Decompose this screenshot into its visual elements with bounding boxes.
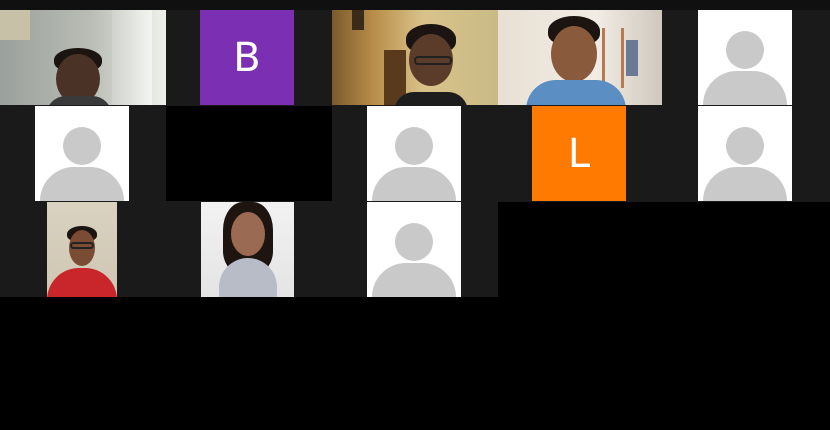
avatar-head [726,127,764,165]
participant-tile-5[interactable] [664,10,830,105]
avatar-shoulders [372,167,456,201]
avatar-head [395,127,433,165]
initial-avatar-l: L [532,106,626,201]
avatar-shoulders [40,167,124,201]
participant-tile-1[interactable] [0,10,166,105]
participant-video-feed [201,202,294,297]
participant-tile-2[interactable]: B [166,10,332,105]
default-avatar-icon [367,106,461,201]
initial-letter: B [233,34,261,81]
glasses [414,56,452,65]
participant-tile-7[interactable] [166,106,332,201]
participant-body [46,96,112,105]
avatar-head [395,223,433,261]
participant-tile-10[interactable] [664,106,830,201]
avatar-shoulders [372,263,456,297]
participant-video-feed [47,202,117,297]
participant-video-feed [498,10,662,105]
hanging-cloth [626,40,638,76]
participant-tile-4[interactable] [498,10,664,105]
avatar-shoulders [703,167,787,201]
participant-tile-11[interactable] [0,202,166,297]
avatar-shoulders [703,71,787,105]
wall-frame [352,10,364,30]
initial-avatar-b: B [200,10,294,105]
participant-tile-12[interactable] [166,202,332,297]
participant-tile-8[interactable] [332,106,498,201]
ladder [602,28,624,88]
default-avatar-icon [698,106,792,201]
default-avatar-icon [698,10,792,105]
participant-body [394,92,468,105]
participant-tile-9[interactable]: L [498,106,664,201]
empty-grid-area [498,202,830,297]
avatar-head [63,127,101,165]
participant-video-feed [332,10,498,105]
participant-tile-13[interactable] [332,202,498,297]
initial-letter: L [567,130,591,177]
participant-face [231,212,265,256]
window-light [112,10,152,105]
participant-body [47,268,117,297]
wall-poster [0,10,30,40]
default-avatar-icon [367,202,461,297]
participant-tile-6[interactable] [0,106,166,201]
top-bar [0,0,830,10]
default-avatar-icon [35,106,129,201]
participant-video-feed [0,10,166,105]
gallery-grid: B L [0,10,830,297]
participant-body [526,80,626,105]
avatar-head [726,31,764,69]
bottom-empty-area [0,297,830,430]
glasses [70,242,94,249]
participant-tile-3[interactable] [332,10,498,105]
participant-face [551,26,597,82]
